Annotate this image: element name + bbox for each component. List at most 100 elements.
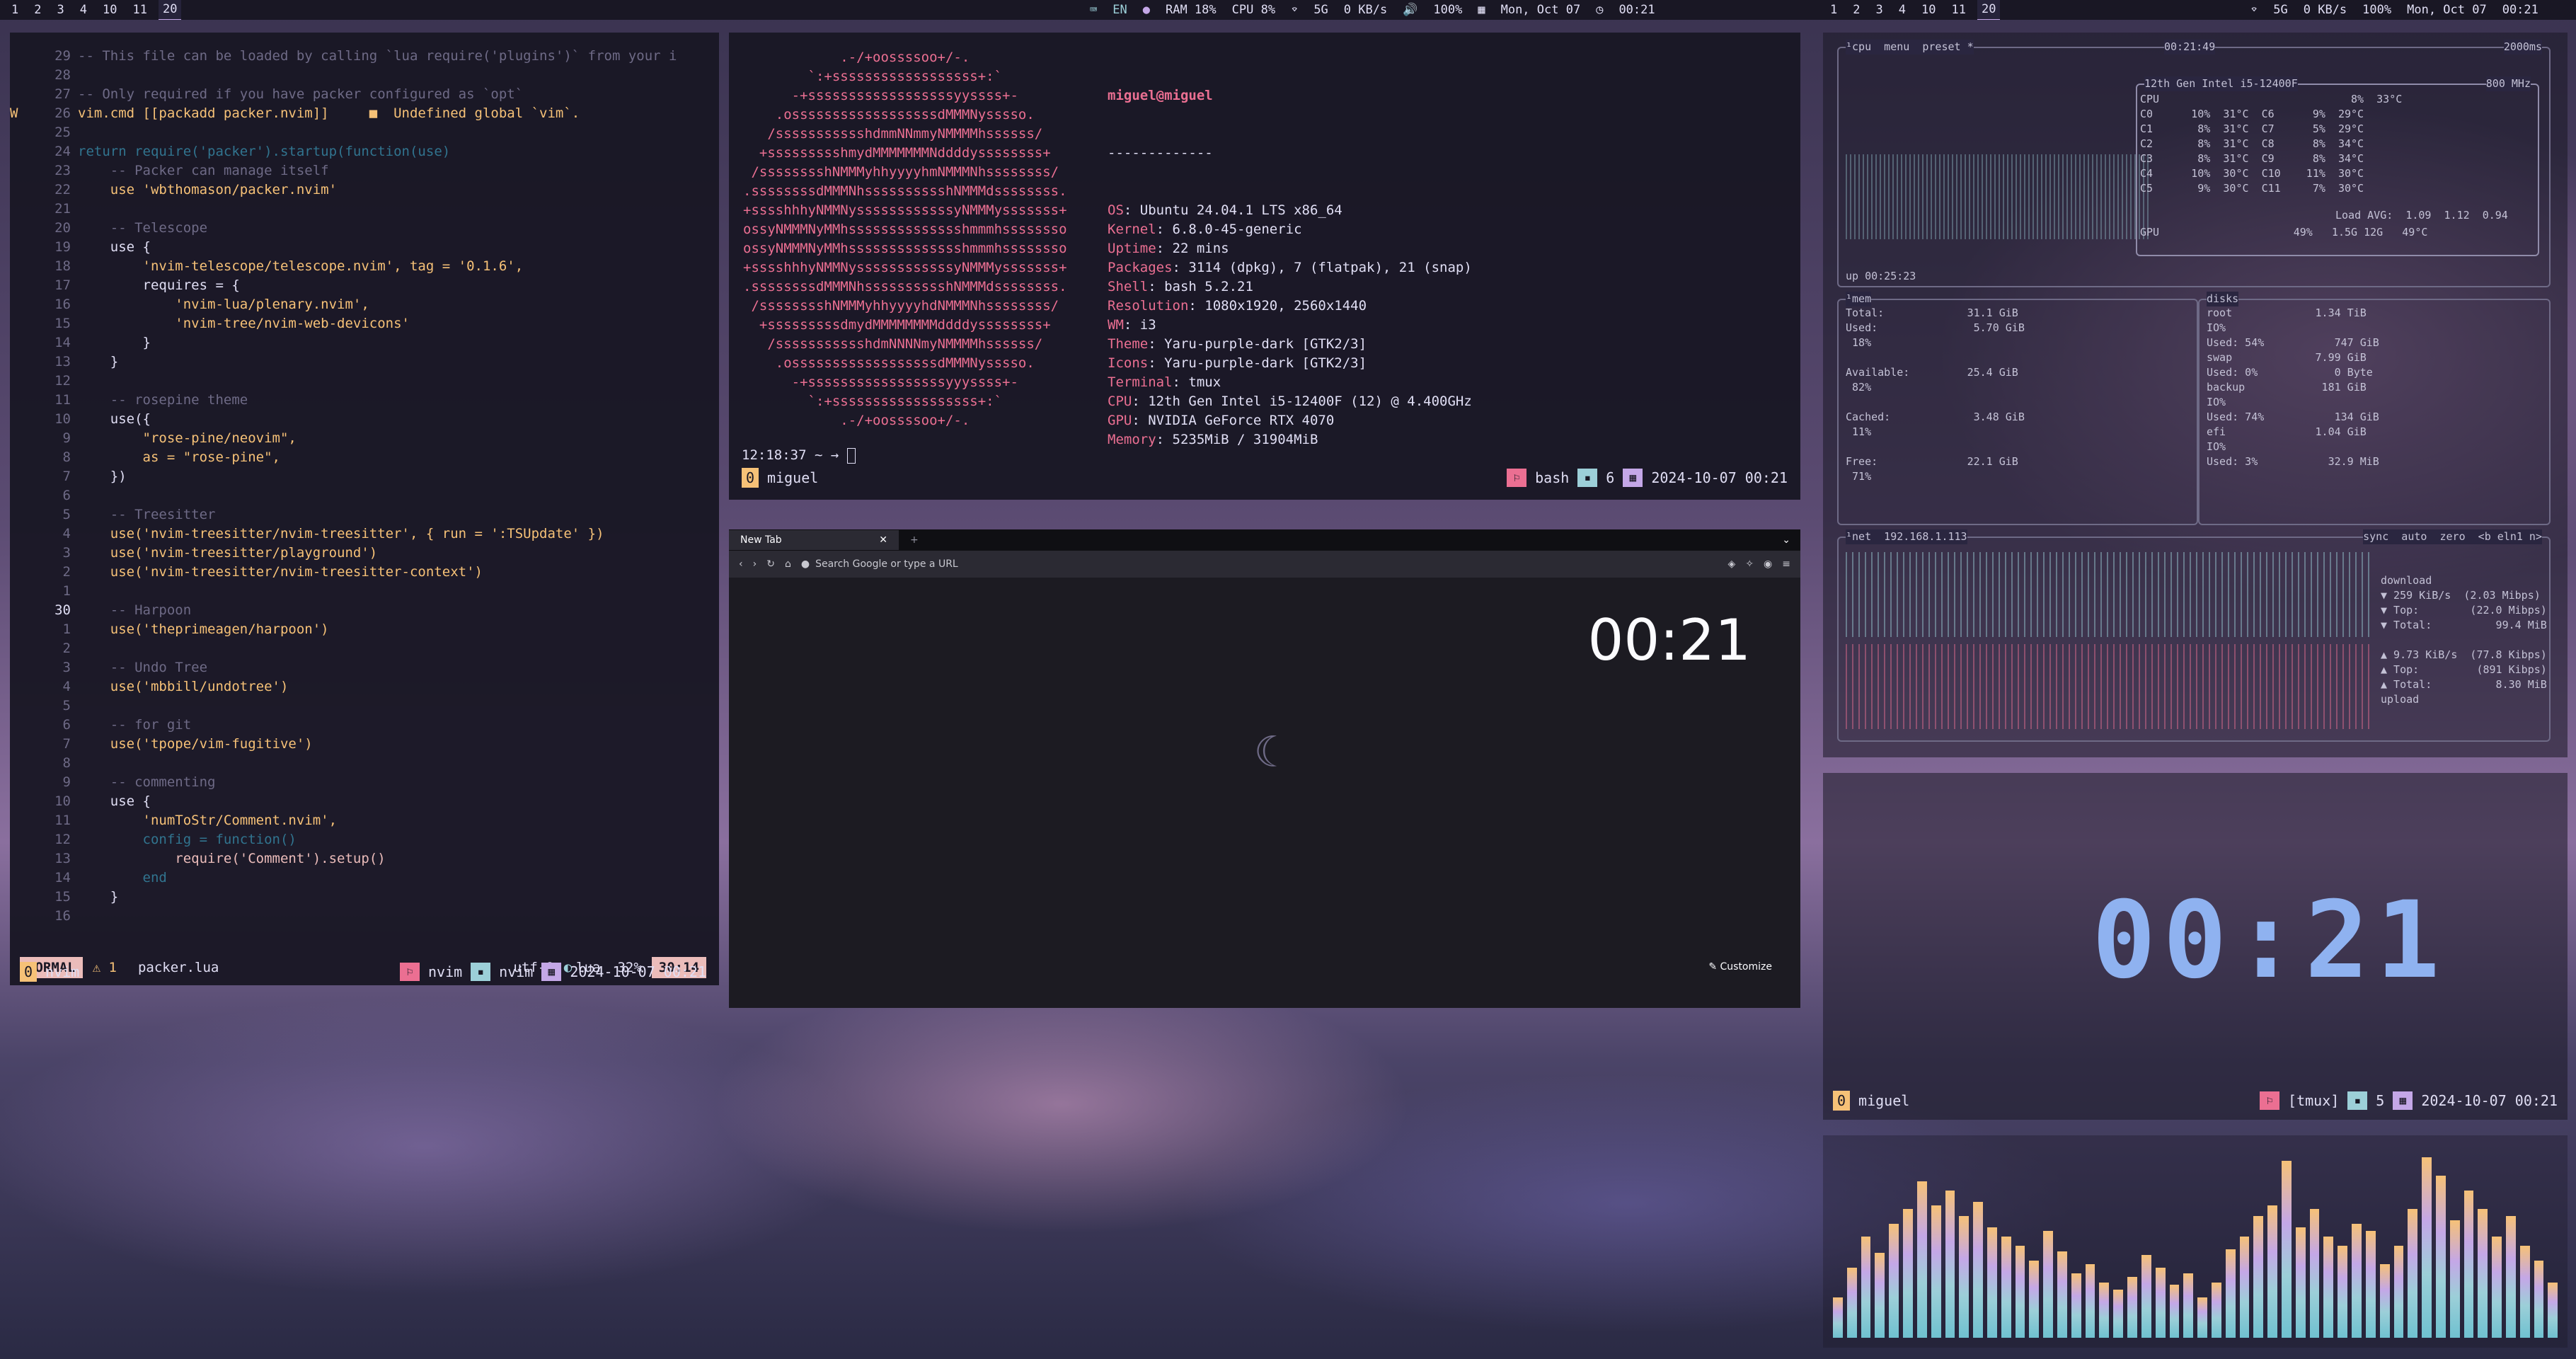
code-line[interactable]: 17 requires = { — [10, 276, 719, 295]
code-line[interactable]: 11 'numToStr/Comment.nvim', — [10, 811, 719, 830]
net-controls[interactable]: sync auto zero <b eln1 n> — [2363, 529, 2542, 544]
code-line[interactable]: 1 use('theprimeagen/harpoon') — [10, 620, 719, 639]
workspace-3[interactable]: 3 — [1872, 0, 1887, 20]
code-line[interactable]: 25 — [10, 123, 719, 142]
code-line[interactable]: 22 use 'wbthomason/packer.nvim' — [10, 180, 719, 200]
btop-monitor-window[interactable]: ¹cpu menu preset * 00:21:49 2000ms 12th … — [1823, 33, 2568, 757]
code-line[interactable]: 9 "rose-pine/neovim", — [10, 429, 719, 448]
code-line[interactable]: 6 — [10, 486, 719, 505]
code-line[interactable]: 10 use { — [10, 792, 719, 811]
code-line[interactable]: 20 -- Telescope — [10, 219, 719, 238]
code-line[interactable]: 24 return require('packer').startup(funct… — [10, 142, 719, 161]
code-line[interactable]: 2 — [10, 639, 719, 658]
disks-box-header[interactable]: disks — [2207, 292, 2239, 306]
code-line[interactable]: 9 -- commenting — [10, 773, 719, 792]
editor-buffer[interactable]: 29 -- This file can be loaded by calling … — [10, 47, 719, 926]
code-line[interactable]: 4 use('nvim-treesitter/nvim-treesitter',… — [10, 524, 719, 544]
code-line[interactable]: 10 use({ — [10, 410, 719, 429]
volume-icon[interactable]: 🔊 — [1403, 3, 1418, 17]
tty-clock-window[interactable]: 00:21 0 miguel ⚐ [tmux] ▪ 5 ▦ 2024-10-07… — [1823, 773, 2568, 1120]
neofetch-terminal-window[interactable]: .-/+oossssoo+/-. `:+ssssssssssssssssss+:… — [729, 33, 1800, 500]
workspace-4[interactable]: 4 — [76, 0, 91, 20]
app-tray-icon[interactable]: ● — [1143, 3, 1150, 17]
code-line[interactable]: 8 — [10, 754, 719, 773]
tab-new-tab[interactable]: New Tab ✕ — [729, 530, 899, 550]
code-line[interactable]: 15 } — [10, 888, 719, 907]
workspace-4[interactable]: 4 — [1894, 0, 1910, 20]
code-line[interactable]: 21 — [10, 200, 719, 219]
code-line[interactable]: 2 use('nvim-treesitter/nvim-treesitter-c… — [10, 563, 719, 582]
tmux-window[interactable]: [tmux] — [2288, 1092, 2339, 1109]
code-line[interactable]: 13 } — [10, 352, 719, 372]
chevron-down-icon[interactable]: ⌄ — [1782, 534, 1790, 546]
workspace-2[interactable]: 2 — [30, 0, 45, 20]
tmux-window-name[interactable]: nvim — [499, 963, 533, 980]
net-box-header[interactable]: ¹net 192.168.1.113 — [1846, 529, 1967, 544]
code-line[interactable]: 7 }) — [10, 467, 719, 486]
code-line[interactable]: 15 'nvim-tree/nvim-web-devicons' — [10, 314, 719, 333]
code-line[interactable]: 3 -- Undo Tree — [10, 658, 719, 677]
code-line[interactable]: 12 — [10, 372, 719, 391]
tmux-window[interactable]: bash — [1535, 469, 1569, 486]
workspace-1[interactable]: 1 — [1826, 0, 1841, 20]
workspace-20[interactable]: 20 — [1977, 0, 2001, 20]
code-line[interactable]: 16 'nvim-lua/plenary.nvim', — [10, 295, 719, 314]
code-line[interactable]: 27 -- Only required if you have packer co… — [10, 85, 719, 104]
workspace-1[interactable]: 1 — [7, 0, 23, 20]
line-number: 18 — [54, 258, 71, 274]
workspace-10[interactable]: 10 — [1917, 0, 1940, 20]
workspace-3[interactable]: 3 — [53, 0, 69, 20]
code-line[interactable]: 14 } — [10, 333, 719, 352]
tmux-window-name[interactable]: 5 — [2376, 1092, 2384, 1109]
workspace-switcher-right[interactable]: 1 2 3 4 10 11 20 — [1819, 0, 2007, 20]
tmux-window[interactable]: nvim — [428, 963, 462, 980]
code-line[interactable]: 16 — [10, 907, 719, 926]
workspace-11[interactable]: 11 — [128, 0, 151, 20]
tmux-window-name[interactable]: 6 — [1606, 469, 1614, 486]
code-line[interactable]: 19 use { — [10, 238, 719, 257]
code-line[interactable]: 13 require('Comment').setup() — [10, 849, 719, 868]
code-line[interactable]: 5 -- Treesitter — [10, 505, 719, 524]
new-tab-button[interactable]: + — [910, 534, 919, 546]
workspace-11[interactable]: 11 — [1947, 0, 1970, 20]
code-line[interactable]: 29 -- This file can be loaded by calling … — [10, 47, 719, 66]
refresh-interval[interactable]: 2000ms — [2503, 40, 2542, 55]
back-icon[interactable]: ‹ — [739, 558, 743, 570]
code-line[interactable]: 28 — [10, 66, 719, 85]
customize-button[interactable]: ✎ Customize — [1708, 961, 1772, 973]
nvim-terminal-window[interactable]: 29 -- This file can be loaded by calling … — [10, 33, 719, 985]
workspace-20[interactable]: 20 — [158, 0, 182, 20]
menu-icon[interactable]: ≡ — [1782, 558, 1790, 570]
extensions-icon[interactable]: ✧ — [1745, 558, 1754, 570]
code-line[interactable]: 4 use('mbbill/undotree') — [10, 677, 719, 696]
code-line[interactable]: 5 — [10, 696, 719, 716]
shield-icon[interactable]: ◈ — [1728, 558, 1736, 570]
workspace-2[interactable]: 2 — [1848, 0, 1864, 20]
code-line[interactable]: 1 — [10, 582, 719, 601]
forward-icon[interactable]: › — [753, 558, 757, 570]
browser-window[interactable]: New Tab ✕ + ⌄ ‹ › ↻ ⌂ ● Search Google or … — [729, 529, 1800, 1008]
code-line[interactable]: W 26 vim.cmd [[packadd packer.nvim]] ■ Und… — [10, 104, 719, 123]
workspace-10[interactable]: 10 — [98, 0, 121, 20]
code-line[interactable]: 18 'nvim-telescope/telescope.nvim', tag … — [10, 257, 719, 276]
workspace-switcher-left[interactable]: 1 2 3 4 10 11 20 — [0, 0, 188, 20]
code-line[interactable]: 12 config = function() — [10, 830, 719, 849]
code-line[interactable]: 23 -- Packer can manage itself — [10, 161, 719, 180]
code-line[interactable]: 14 end — [10, 868, 719, 888]
mem-box-header[interactable]: ¹mem — [1846, 292, 1872, 306]
home-icon[interactable]: ⌂ — [785, 558, 791, 570]
account-icon[interactable]: ◉ — [1764, 558, 1772, 570]
reload-icon[interactable]: ↻ — [766, 558, 775, 570]
code-line[interactable]: 6 -- for git — [10, 716, 719, 735]
shell-prompt[interactable]: 12:18:37 ~ → — [742, 447, 856, 464]
code-line[interactable]: 7 use('tpope/vim-fugitive') — [10, 735, 719, 754]
code-line[interactable]: 11 -- rosepine theme — [10, 391, 719, 410]
code-line[interactable]: 3 use('nvim-treesitter/playground') — [10, 544, 719, 563]
cpu-box-header[interactable]: ¹cpu menu preset * — [1846, 40, 1974, 55]
code-line[interactable]: 30 -- Harpoon — [10, 601, 719, 620]
url-input[interactable]: Search Google or type a URL — [815, 558, 1718, 570]
cava-bar — [1945, 1191, 1955, 1338]
code-line[interactable]: 8 as = "rose-pine", — [10, 448, 719, 467]
lang-indicator[interactable]: EN — [1112, 3, 1127, 17]
close-icon[interactable]: ✕ — [879, 530, 887, 550]
